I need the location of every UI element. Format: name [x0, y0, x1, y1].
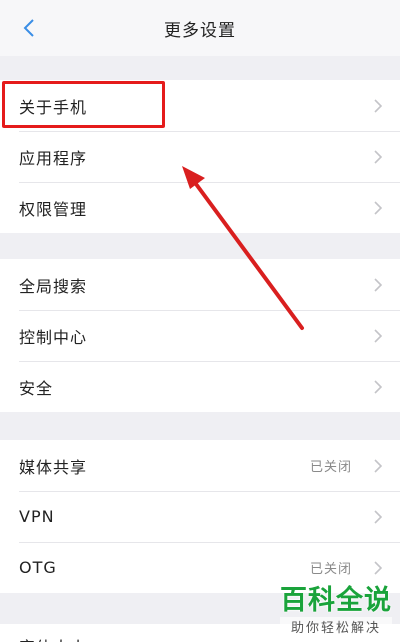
watermark-subtitle: 助你轻松解决: [280, 617, 392, 636]
header-bar: 更多设置: [0, 0, 400, 56]
settings-item-security[interactable]: 安全: [0, 361, 400, 412]
settings-item-label: 控制中心: [19, 327, 88, 347]
settings-item-vpn[interactable]: VPN: [0, 491, 400, 542]
settings-item-label: 权限管理: [19, 199, 88, 219]
chevron-right-icon: [364, 96, 392, 116]
settings-item-global-search[interactable]: 全局搜索: [0, 259, 400, 310]
settings-item-label: 安全: [19, 378, 54, 398]
chevron-right-icon: [364, 377, 392, 397]
chevron-right-icon: [364, 456, 392, 476]
settings-item-label: VPN: [19, 507, 55, 526]
settings-item-control-center[interactable]: 控制中心: [0, 310, 400, 361]
chevron-right-icon: [364, 507, 392, 527]
settings-item-label: 应用程序: [19, 148, 88, 168]
settings-group-3: 媒体共享 已关闭 VPN OTG 已关闭: [0, 440, 400, 593]
settings-item-label: 全局搜索: [19, 276, 88, 296]
settings-item-media-sharing[interactable]: 媒体共享 已关闭: [0, 440, 400, 491]
settings-item-about-phone[interactable]: 关于手机: [0, 80, 400, 131]
chevron-right-icon: [364, 326, 392, 346]
settings-item-apps[interactable]: 应用程序: [0, 131, 400, 182]
chevron-right-icon: [364, 147, 392, 167]
settings-item-permissions[interactable]: 权限管理: [0, 182, 400, 233]
settings-item-label: 媒体共享: [19, 457, 88, 477]
watermark-title: 百科全说: [280, 585, 392, 616]
settings-item-label: OTG: [19, 558, 57, 577]
chevron-right-icon: [364, 558, 392, 578]
settings-group-1: 关于手机 应用程序 权限管理: [0, 80, 400, 233]
settings-item-label: 关于手机: [19, 97, 88, 117]
watermark: 百科全说 助你轻松解决: [280, 578, 392, 636]
chevron-left-icon[interactable]: [18, 16, 42, 40]
page-title: 更多设置: [164, 20, 236, 41]
settings-group-2: 全局搜索 控制中心 安全: [0, 259, 400, 412]
status-value: 已关闭: [309, 460, 352, 475]
status-value: 已关闭: [309, 562, 352, 577]
chevron-right-icon: [364, 198, 392, 218]
chevron-right-icon: [364, 275, 392, 295]
